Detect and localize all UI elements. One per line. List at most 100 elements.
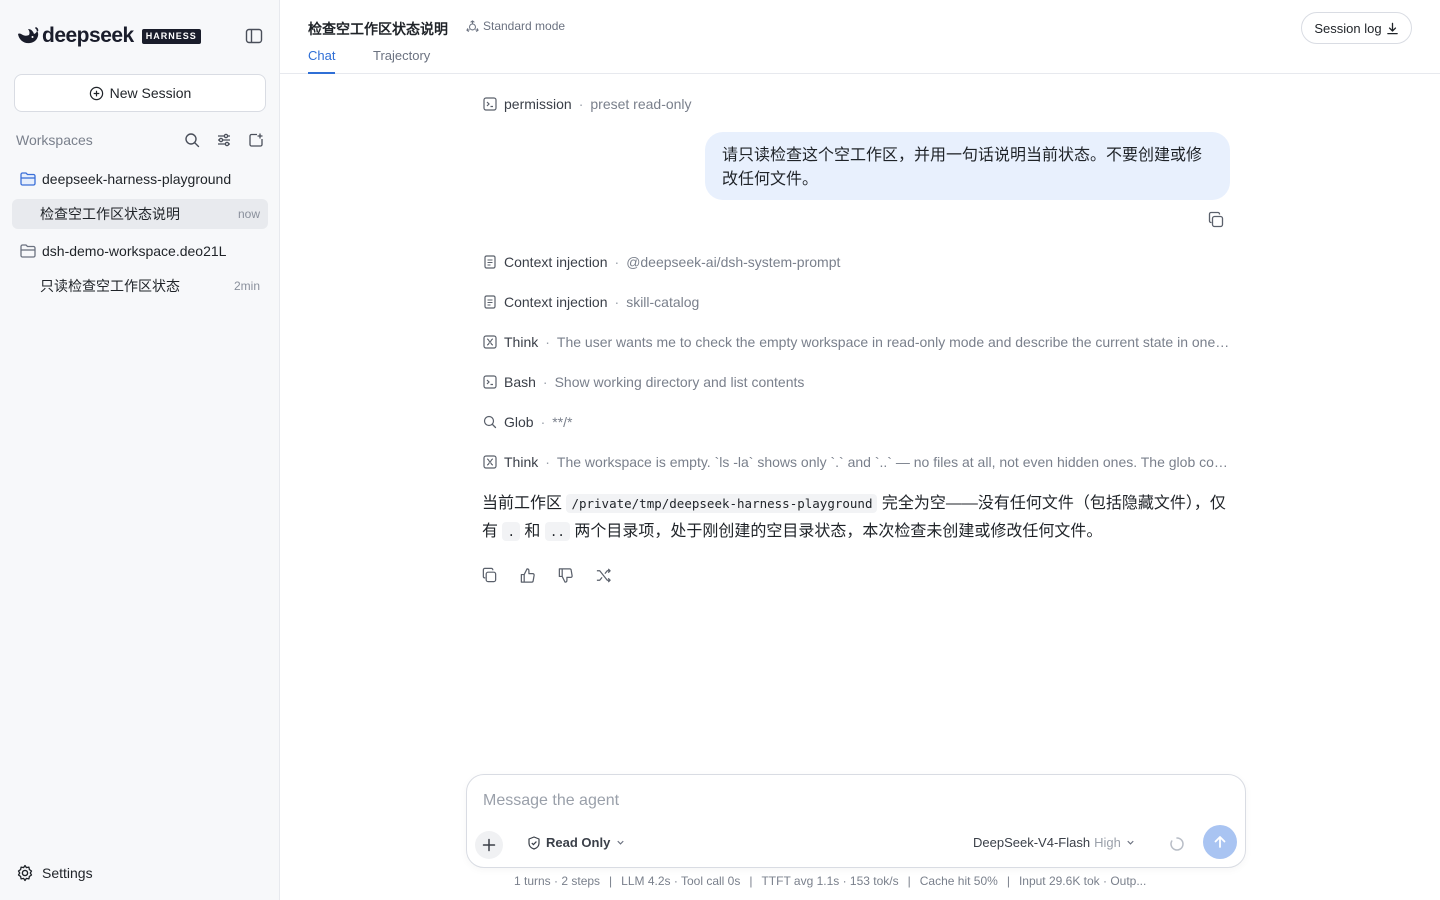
separator: | — [907, 874, 911, 888]
copy-message-button[interactable] — [1207, 211, 1225, 229]
settings-button[interactable]: Settings — [16, 862, 93, 884]
session-time: now — [237, 207, 260, 221]
collapse-sidebar-button[interactable] — [244, 26, 264, 46]
tool-step[interactable]: Think · The workspace is empty. `ls -la`… — [482, 452, 1230, 472]
search-workspaces-button[interactable] — [182, 130, 202, 150]
chevron-down-icon — [1127, 840, 1134, 845]
tab-trajectory[interactable]: Trajectory — [373, 48, 430, 74]
step-label: Think — [504, 334, 539, 350]
settings-label: Settings — [42, 865, 93, 881]
step-label: Glob — [504, 414, 534, 430]
tool-step[interactable]: Think · The user wants me to check the e… — [482, 332, 1230, 352]
step-detail: preset read-only — [590, 96, 692, 112]
session-item[interactable]: 检查空工作区状态说明 now — [12, 199, 268, 229]
separator: | — [749, 874, 753, 888]
search-icon — [482, 414, 498, 430]
folder-plus-icon — [249, 133, 263, 147]
brand-name: deepseek — [42, 24, 134, 47]
session-title: 只读检查空工作区状态 — [40, 278, 180, 294]
search-icon — [185, 133, 200, 148]
stat-tokens: Input 29.6K tok · Outp... — [1018, 874, 1147, 888]
download-icon — [1386, 22, 1398, 34]
workspace-folder[interactable]: deepseek-harness-playground — [20, 168, 231, 190]
branch-button[interactable] — [594, 566, 612, 584]
step-detail: The user wants me to check the empty wor… — [556, 334, 1230, 350]
session-log-button[interactable]: Session log — [1301, 12, 1412, 44]
step-label: Context injection — [504, 294, 608, 310]
terminal-icon — [482, 374, 498, 390]
tool-step[interactable]: Context injection · skill-catalog — [482, 292, 1230, 312]
plus-circle-icon — [89, 86, 103, 100]
separator-dot: · — [545, 454, 550, 470]
step-detail: The workspace is empty. `ls -la` shows o… — [556, 454, 1230, 470]
step-detail: Show working directory and list contents — [554, 374, 805, 390]
tool-step[interactable]: Glob · **/* — [482, 412, 1230, 432]
workspace-name: deepseek-harness-playground — [42, 171, 232, 187]
step-label: permission — [504, 96, 572, 112]
separator: | — [609, 874, 613, 888]
permission-step[interactable]: permission · preset read-only — [482, 94, 1230, 114]
stat-llm: LLM 4.2s · Tool call 0s — [621, 874, 741, 888]
mode-indicator[interactable]: Standard mode — [466, 19, 565, 33]
brand-badge: HARNESS — [141, 28, 201, 44]
model-name: DeepSeek-V4-Flash — [973, 835, 1091, 850]
session-stats: 1 turns · 2 steps | LLM 4.2s · Tool call 0… — [514, 874, 1146, 888]
separator: | — [1006, 874, 1010, 888]
permission-mode-select[interactable]: Read Only — [527, 835, 626, 850]
stat-turns: 1 turns · 2 steps — [514, 874, 601, 888]
separator-dot: · — [614, 294, 620, 310]
thumbs-up-button[interactable] — [518, 566, 536, 584]
send-button[interactable] — [1203, 825, 1237, 859]
add-workspace-button[interactable] — [246, 130, 266, 150]
answer-text: 和 — [519, 523, 545, 540]
plus-icon — [482, 838, 496, 852]
inline-code-dot: . — [502, 522, 520, 541]
composer: Read Only DeepSeek-V4-Flash High — [466, 774, 1246, 868]
branch-icon — [596, 567, 611, 583]
arrow-up-icon — [1214, 836, 1226, 848]
inline-code-path: /private/tmp/deepseek-harness-playground — [566, 494, 878, 513]
attach-button[interactable] — [475, 831, 503, 859]
page-title: 检查空工作区状态说明 — [308, 21, 448, 37]
answer-text: 当前工作区 — [482, 495, 567, 512]
step-detail: @deepseek-ai/dsh-system-prompt — [626, 254, 841, 270]
separator-dot: · — [542, 374, 548, 390]
loading-spinner-icon — [1170, 837, 1184, 851]
tool-step[interactable]: Context injection · @deepseek-ai/dsh-sys… — [482, 252, 1230, 272]
document-icon — [482, 294, 498, 310]
workspaces-header: Workspaces — [16, 128, 266, 152]
separator-dot: · — [545, 334, 550, 350]
sidebar: deepseek HARNESS New Session Workspaces … — [0, 0, 280, 900]
separator-dot: · — [578, 96, 584, 112]
whale-logo-icon — [18, 27, 39, 44]
new-session-button[interactable]: New Session — [14, 74, 266, 112]
user-message: 请只读检查这个空工作区，并用一句话说明当前状态。不要创建或修改任何文件。 — [705, 132, 1230, 200]
answer-text: 两个目录项，处于刚创建的空目录状态，本次检查未创建或修改任何文件。 — [569, 523, 1103, 540]
brand[interactable]: deepseek HARNESS — [16, 24, 201, 48]
step-label: Think — [504, 454, 539, 470]
tab-chat[interactable]: Chat — [308, 48, 336, 74]
document-icon — [482, 254, 498, 270]
stat-cache: Cache hit 50% — [919, 874, 998, 888]
model-select[interactable]: DeepSeek-V4-Flash High — [973, 835, 1136, 850]
workspace-folder[interactable]: dsh-demo-workspace.deo21L — [20, 240, 226, 262]
workspaces-title: Workspaces — [16, 132, 93, 148]
copy-icon — [482, 567, 496, 582]
permission-mode-label: Read Only — [546, 835, 611, 850]
copy-answer-button[interactable] — [480, 566, 498, 584]
message-input[interactable] — [483, 789, 1223, 813]
session-item[interactable]: 只读检查空工作区状态 2min — [12, 271, 268, 301]
thumbs-down-icon — [558, 567, 573, 583]
thumbs-down-button[interactable] — [556, 566, 574, 584]
step-label: Context injection — [504, 254, 608, 270]
step-detail: skill-catalog — [626, 294, 700, 310]
filter-workspaces-button[interactable] — [214, 130, 234, 150]
terminal-icon — [482, 96, 498, 112]
recycle-icon — [466, 19, 479, 32]
tool-step[interactable]: Bash · Show working directory and list c… — [482, 372, 1230, 392]
separator-dot: · — [614, 254, 620, 270]
workspace-name: dsh-demo-workspace.deo21L — [42, 243, 227, 259]
brain-icon — [482, 454, 498, 470]
effort-level: High — [1094, 835, 1121, 850]
mode-label: Standard mode — [483, 19, 566, 33]
